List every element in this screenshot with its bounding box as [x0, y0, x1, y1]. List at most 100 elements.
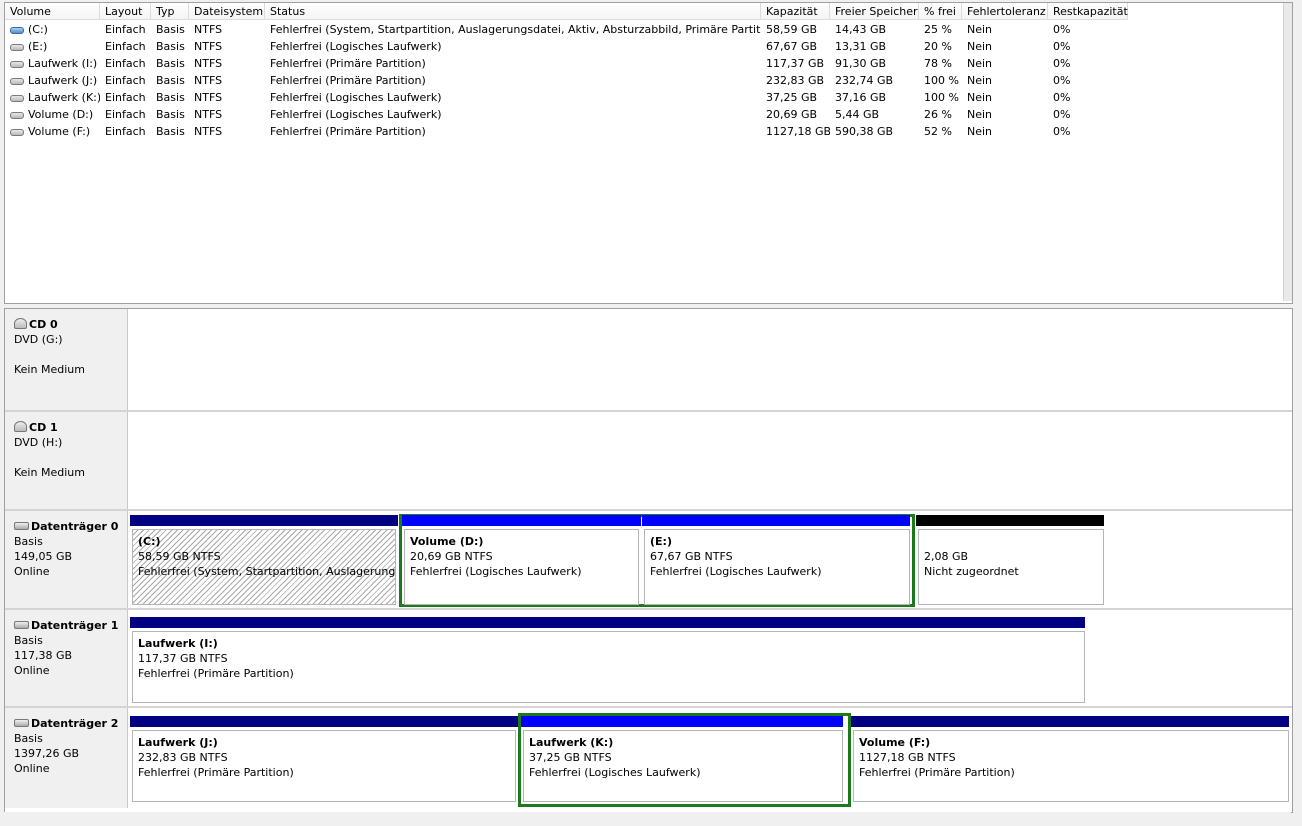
- partition-k[interactable]: Laufwerk (K:) 37,25 GB NTFS Fehlerfrei (…: [521, 716, 845, 804]
- disk-label-cd0[interactable]: CD 0 DVD (G:) Kein Medium: [5, 309, 128, 410]
- partition-title: Volume (D:): [410, 535, 484, 548]
- partition-body: Volume (F:) 1127,18 GB NTFS Fehlerfrei (…: [853, 730, 1289, 802]
- percent-free-text: 26 %: [924, 108, 952, 121]
- type-text: Basis: [156, 23, 185, 36]
- volume-row[interactable]: Volume (D:) Einfach Basis NTFS Fehlerfrei (L…: [5, 106, 1130, 123]
- disk-row-disk0[interactable]: Datenträger 0 Basis 149,05 GB Online (C:…: [5, 511, 1292, 608]
- partition-unallocated[interactable]: 2,08 GB Nicht zugeordnet: [916, 515, 1106, 607]
- disk-row-disk2[interactable]: Datenträger 2 Basis 1397,26 GB Online La…: [5, 708, 1292, 808]
- partition-body: Laufwerk (J:) 232,83 GB NTFS Fehlerfrei …: [132, 730, 516, 802]
- disk-row-cd1[interactable]: CD 1 DVD (H:) Kein Medium: [5, 412, 1292, 509]
- partition-status: Fehlerfrei (Logisches Laufwerk): [650, 565, 822, 578]
- partition-e[interactable]: (E:) 67,67 GB NTFS Fehlerfrei (Logisches…: [642, 515, 912, 607]
- partition-title: [924, 534, 1103, 549]
- cell-percent-free: 78 %: [919, 55, 962, 72]
- partition-title: Laufwerk (K:): [529, 736, 614, 749]
- volume-text: Volume (D:): [28, 108, 94, 121]
- partition-body: (C:) 58,59 GB NTFS Fehlerfrei (System, S…: [132, 529, 396, 605]
- disk-label-cd1[interactable]: CD 1 DVD (H:) Kein Medium: [5, 412, 128, 509]
- filesystem-text: NTFS: [194, 57, 223, 70]
- cell-percent-free: 52 %: [919, 123, 962, 140]
- volume-list-header: Volume Layout Typ Dateisystem Status Kap…: [5, 3, 1292, 21]
- disk-state: Online: [14, 565, 50, 578]
- volume-text: Volume (F:): [28, 125, 91, 138]
- disk-name: Datenträger 2: [31, 717, 119, 730]
- cell-volume: Laufwerk (I:): [5, 55, 100, 72]
- partition-bar-primary: [130, 716, 518, 727]
- volume-row[interactable]: Laufwerk (J:) Einfach Basis NTFS Fehlerfrei …: [5, 72, 1130, 89]
- cd-drive-icon: [14, 421, 27, 432]
- filesystem-text: NTFS: [194, 108, 223, 121]
- filesystem-text: NTFS: [194, 40, 223, 53]
- volume-row[interactable]: Laufwerk (I:) Einfach Basis NTFS Fehlerfrei …: [5, 55, 1130, 72]
- layout-text: Einfach: [105, 108, 146, 121]
- partition-c[interactable]: (C:) 58,59 GB NTFS Fehlerfrei (System, S…: [130, 515, 398, 607]
- partition-title: Volume (F:): [859, 736, 931, 749]
- capacity-text: 67,67 GB: [766, 40, 818, 53]
- percent-free-text: 100 %: [924, 74, 959, 87]
- disk-type: DVD (H:): [14, 436, 63, 449]
- volume-row[interactable]: (C:) Einfach Basis NTFS Fehlerfrei (System, …: [5, 21, 1130, 38]
- cell-fault-tolerance: Nein: [962, 106, 1048, 123]
- drive-icon: [10, 60, 24, 68]
- disk-row-disk1[interactable]: Datenträger 1 Basis 117,38 GB Online Lau…: [5, 610, 1292, 706]
- cell-percent-free: 20 %: [919, 38, 962, 55]
- volume-list[interactable]: Volume Layout Typ Dateisystem Status Kap…: [4, 2, 1293, 304]
- cell-overhead: 0%: [1048, 106, 1128, 123]
- disk-type: Basis: [14, 732, 43, 745]
- partition-size: 2,08 GB: [924, 550, 969, 563]
- partition-status: Fehlerfrei (Primäre Partition): [859, 766, 1015, 779]
- partition-d[interactable]: Volume (D:) 20,69 GB NTFS Fehlerfrei (Lo…: [402, 515, 641, 607]
- partition-size: 1127,18 GB NTFS: [859, 751, 956, 764]
- cell-filesystem: NTFS: [189, 106, 265, 123]
- disk-map-panel[interactable]: CD 0 DVD (G:) Kein Medium CD 1 DVD (H:) …: [4, 308, 1293, 813]
- cell-layout: Einfach: [100, 123, 151, 140]
- column-header-freier-speicher[interactable]: Freier Speicher: [830, 3, 919, 20]
- partition-title: (C:): [138, 535, 161, 548]
- volume-list-scrollbar[interactable]: [1283, 3, 1292, 301]
- column-header-restkapazitaet[interactable]: Restkapazität: [1048, 3, 1128, 20]
- partition-j[interactable]: Laufwerk (J:) 232,83 GB NTFS Fehlerfrei …: [130, 716, 518, 804]
- volume-row[interactable]: Laufwerk (K:) Einfach Basis NTFS Fehlerfrei …: [5, 89, 1130, 106]
- disk-label-disk0[interactable]: Datenträger 0 Basis 149,05 GB Online: [5, 511, 128, 608]
- disk-panel-scrollbar[interactable]: [4, 812, 1291, 824]
- capacity-text: 117,37 GB: [766, 57, 825, 70]
- disk-label-disk1[interactable]: Datenträger 1 Basis 117,38 GB Online: [5, 610, 128, 706]
- partition-i[interactable]: Laufwerk (I:) 117,37 GB NTFS Fehlerfrei …: [130, 617, 1087, 705]
- disk-label-disk2[interactable]: Datenträger 2 Basis 1397,26 GB Online: [5, 708, 128, 808]
- disk-state: Online: [14, 762, 50, 775]
- partition-size: 20,69 GB NTFS: [410, 550, 493, 563]
- cell-percent-free: 25 %: [919, 21, 962, 38]
- disk-blank-line: [14, 450, 127, 465]
- cell-layout: Einfach: [100, 106, 151, 123]
- cell-percent-free: 26 %: [919, 106, 962, 123]
- cell-overhead: 0%: [1048, 89, 1128, 106]
- volume-row[interactable]: Volume (F:) Einfach Basis NTFS Fehlerfrei (P…: [5, 123, 1130, 140]
- partition-title: Laufwerk (I:): [138, 637, 218, 650]
- column-header-typ[interactable]: Typ: [151, 3, 189, 20]
- cell-free-space: 232,74 GB: [830, 72, 919, 89]
- column-header-dateisystem[interactable]: Dateisystem: [189, 3, 265, 20]
- disk-media-state: Kein Medium: [14, 363, 85, 376]
- free-space-text: 232,74 GB: [835, 74, 894, 87]
- column-header-prozent-frei[interactable]: % frei: [919, 3, 962, 20]
- cd-drive-icon: [14, 318, 27, 329]
- partition-body: Volume (D:) 20,69 GB NTFS Fehlerfrei (Lo…: [404, 529, 639, 605]
- column-header-layout[interactable]: Layout: [100, 3, 151, 20]
- partition-f[interactable]: Volume (F:) 1127,18 GB NTFS Fehlerfrei (…: [851, 716, 1291, 804]
- disk-type: Basis: [14, 634, 43, 647]
- partition-size: 58,59 GB NTFS: [138, 550, 221, 563]
- cell-filesystem: NTFS: [189, 55, 265, 72]
- column-header-volume[interactable]: Volume: [5, 3, 100, 20]
- column-header-fehlertoleranz[interactable]: Fehlertoleranz: [962, 3, 1048, 20]
- free-space-text: 590,38 GB: [835, 125, 894, 138]
- type-text: Basis: [156, 108, 185, 121]
- layout-text: Einfach: [105, 23, 146, 36]
- column-header-status[interactable]: Status: [265, 3, 761, 20]
- column-header-kapazitaet[interactable]: Kapazität: [761, 3, 830, 20]
- cell-type: Basis: [151, 72, 189, 89]
- cell-status: Fehlerfrei (Primäre Partition): [265, 123, 761, 140]
- volume-row[interactable]: (E:) Einfach Basis NTFS Fehlerfrei (Logische…: [5, 38, 1130, 55]
- cell-overhead: 0%: [1048, 123, 1128, 140]
- disk-row-cd0[interactable]: CD 0 DVD (G:) Kein Medium: [5, 309, 1292, 410]
